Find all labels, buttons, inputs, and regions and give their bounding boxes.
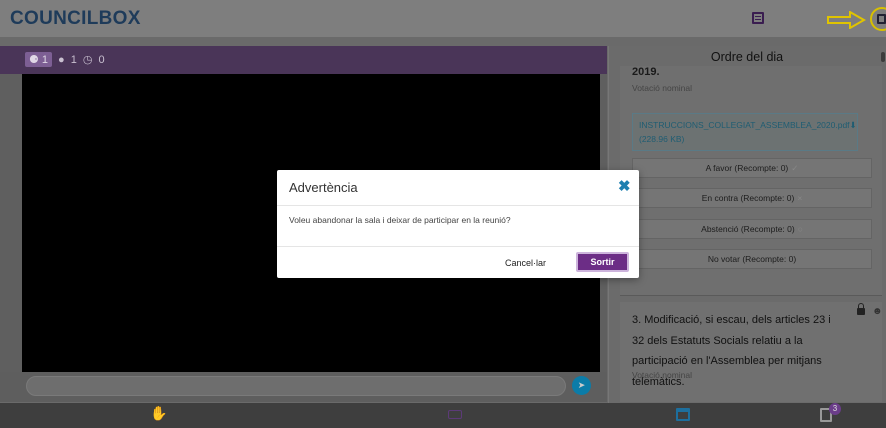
app-logo: COUNCILBOX [10, 8, 141, 29]
calendar-icon[interactable] [676, 408, 690, 421]
exit-button[interactable]: Sortir [576, 252, 629, 272]
participants-count: 1 [41, 54, 49, 66]
agenda-item-vote-type: Votació nominal [632, 370, 693, 380]
vote-favor-button[interactable]: A favor (Recompte: 0) ✓ [632, 158, 872, 178]
lock-icon [857, 303, 865, 315]
participant-counters: ⚈ 1 ● 1 ◷ 0 [25, 52, 105, 67]
online-icon: ● [58, 53, 65, 66]
menu-icon [877, 14, 886, 24]
attachment-size: (228.96 KB) [639, 134, 685, 144]
vote-against-button[interactable]: En contra (Recompte: 0) × [632, 188, 872, 208]
document-icon[interactable] [752, 12, 764, 24]
raise-hand-icon[interactable]: ✋ [150, 405, 167, 421]
download-icon: ⬇ [849, 120, 857, 130]
send-button[interactable]: ➤ [572, 376, 591, 395]
cross-icon: × [797, 193, 803, 203]
dialog-message: Voleu abandonar la sala i deixar de part… [289, 215, 511, 225]
vote-abstain-label: Abstenció (Recompte: 0) [701, 224, 795, 234]
agenda-item-vote-type: Votació nominal [632, 83, 693, 93]
video-left-margin [0, 74, 22, 374]
agenda-title: Ordre del dia [710, 50, 784, 64]
vote-against-label: En contra (Recompte: 0) [701, 193, 795, 203]
vote-none-button[interactable]: No votar (Recompte: 0) [632, 249, 872, 269]
check-icon: ✓ [791, 163, 799, 173]
vote-abstain-button[interactable]: Abstenció (Recompte: 0) ○ [632, 219, 872, 239]
chat-icon[interactable] [448, 410, 462, 419]
agenda-item-title: 2019. [632, 66, 660, 78]
cancel-button[interactable]: Cancel·lar [505, 254, 546, 272]
scrollbar[interactable] [881, 52, 885, 62]
circle-icon: ○ [797, 224, 803, 234]
bottom-nav-bar [0, 403, 886, 428]
vote-favor-label: A favor (Recompte: 0) [705, 163, 789, 173]
close-icon[interactable]: ✖ [618, 177, 631, 195]
dialog-divider [277, 246, 639, 247]
timer-icon: ◷ [82, 54, 93, 66]
person-icon: ☻ [872, 306, 883, 317]
attachment-name: INSTRUCCIONS_COLLEGIAT_ASSEMBLEA_2020.pd… [639, 120, 850, 130]
dialog-title: Advertència [289, 180, 358, 195]
participants-badge: ⚈ 1 [25, 52, 53, 67]
dialog-divider [277, 205, 639, 206]
vote-none-label: No votar (Recompte: 0) [707, 254, 797, 264]
send-icon: ➤ [577, 380, 586, 390]
attachment-link[interactable]: INSTRUCCIONS_COLLEGIAT_ASSEMBLEA_2020.pd… [632, 113, 858, 151]
chat-input[interactable] [26, 376, 566, 396]
arrow-right-icon [827, 11, 866, 29]
timer-count: 0 [98, 53, 105, 66]
online-count: 1 [70, 53, 77, 66]
documents-badge: 3 [829, 403, 841, 415]
